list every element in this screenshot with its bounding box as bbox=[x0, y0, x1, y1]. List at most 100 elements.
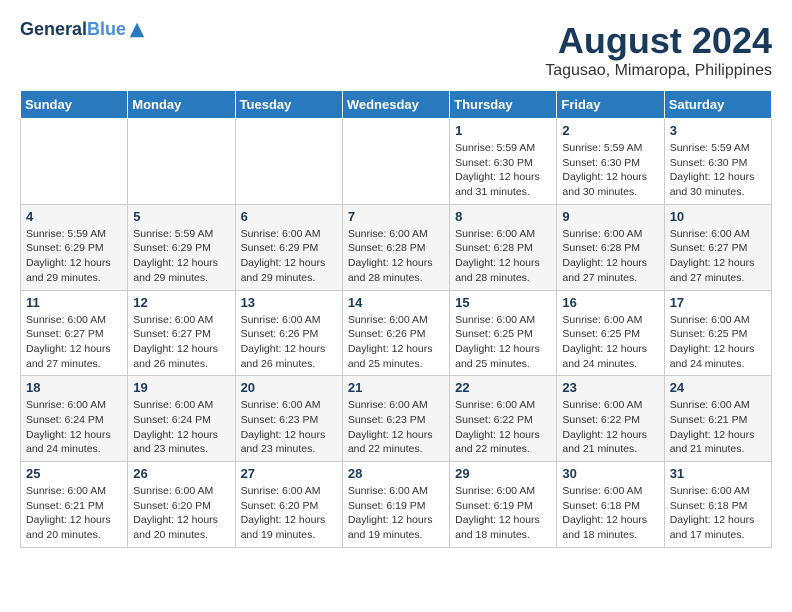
day-cell: 8 Sunrise: 6:00 AM Sunset: 6:28 PM Daylig… bbox=[450, 204, 557, 290]
day-cell: 22 Sunrise: 6:00 AM Sunset: 6:22 PM Dayli… bbox=[450, 376, 557, 462]
day-cell: 17 Sunrise: 6:00 AM Sunset: 6:25 PM Dayli… bbox=[664, 290, 771, 376]
day-info: Sunrise: 6:00 AM Sunset: 6:22 PM Dayligh… bbox=[455, 398, 551, 457]
weekday-header-friday: Friday bbox=[557, 91, 664, 119]
weekday-header-wednesday: Wednesday bbox=[342, 91, 449, 119]
day-info: Sunrise: 6:00 AM Sunset: 6:28 PM Dayligh… bbox=[348, 227, 444, 286]
day-number: 11 bbox=[26, 295, 122, 310]
day-cell: 15 Sunrise: 6:00 AM Sunset: 6:25 PM Dayli… bbox=[450, 290, 557, 376]
weekday-header-monday: Monday bbox=[128, 91, 235, 119]
day-info: Sunrise: 6:00 AM Sunset: 6:27 PM Dayligh… bbox=[26, 313, 122, 372]
day-info: Sunrise: 6:00 AM Sunset: 6:19 PM Dayligh… bbox=[348, 484, 444, 543]
day-cell bbox=[342, 119, 449, 205]
day-cell: 5 Sunrise: 5:59 AM Sunset: 6:29 PM Daylig… bbox=[128, 204, 235, 290]
day-cell: 3 Sunrise: 5:59 AM Sunset: 6:30 PM Daylig… bbox=[664, 119, 771, 205]
location: Tagusao, Mimaropa, Philippines bbox=[545, 62, 772, 80]
day-cell bbox=[235, 119, 342, 205]
day-number: 8 bbox=[455, 209, 551, 224]
day-info: Sunrise: 6:00 AM Sunset: 6:22 PM Dayligh… bbox=[562, 398, 658, 457]
day-cell: 13Sunrise: 6:00 AM Sunset: 6:26 PM Dayli… bbox=[235, 290, 342, 376]
week-row-2: 4 Sunrise: 5:59 AM Sunset: 6:29 PM Daylig… bbox=[21, 204, 772, 290]
day-info: Sunrise: 6:00 AM Sunset: 6:24 PM Dayligh… bbox=[26, 398, 122, 457]
day-cell: 24Sunrise: 6:00 AM Sunset: 6:21 PM Dayli… bbox=[664, 376, 771, 462]
day-info: Sunrise: 5:59 AM Sunset: 6:30 PM Dayligh… bbox=[562, 141, 658, 200]
page-header: GeneralBlue August 2024 Tagusao, Mimarop… bbox=[20, 20, 772, 80]
day-info: Sunrise: 6:00 AM Sunset: 6:23 PM Dayligh… bbox=[241, 398, 337, 457]
day-number: 29 bbox=[455, 466, 551, 481]
weekday-header-tuesday: Tuesday bbox=[235, 91, 342, 119]
day-number: 14 bbox=[348, 295, 444, 310]
day-number: 7 bbox=[348, 209, 444, 224]
day-cell: 26 Sunrise: 6:00 AM Sunset: 6:20 PM Dayli… bbox=[128, 462, 235, 548]
day-cell: 31Sunrise: 6:00 AM Sunset: 6:18 PM Dayli… bbox=[664, 462, 771, 548]
day-cell: 18 Sunrise: 6:00 AM Sunset: 6:24 PM Dayli… bbox=[21, 376, 128, 462]
day-number: 28 bbox=[348, 466, 444, 481]
week-row-4: 18 Sunrise: 6:00 AM Sunset: 6:24 PM Dayli… bbox=[21, 376, 772, 462]
day-cell bbox=[21, 119, 128, 205]
day-number: 15 bbox=[455, 295, 551, 310]
logo-icon bbox=[128, 21, 146, 39]
day-number: 24 bbox=[670, 380, 766, 395]
day-cell: 19Sunrise: 6:00 AM Sunset: 6:24 PM Dayli… bbox=[128, 376, 235, 462]
month-year: August 2024 bbox=[545, 20, 772, 62]
day-cell: 20Sunrise: 6:00 AM Sunset: 6:23 PM Dayli… bbox=[235, 376, 342, 462]
day-number: 5 bbox=[133, 209, 229, 224]
title-block: August 2024 Tagusao, Mimaropa, Philippin… bbox=[545, 20, 772, 80]
day-info: Sunrise: 6:00 AM Sunset: 6:26 PM Dayligh… bbox=[241, 313, 337, 372]
day-number: 10 bbox=[670, 209, 766, 224]
day-number: 27 bbox=[241, 466, 337, 481]
week-row-3: 11 Sunrise: 6:00 AM Sunset: 6:27 PM Dayli… bbox=[21, 290, 772, 376]
day-number: 25 bbox=[26, 466, 122, 481]
day-cell: 14Sunrise: 6:00 AM Sunset: 6:26 PM Dayli… bbox=[342, 290, 449, 376]
day-cell: 9 Sunrise: 6:00 AM Sunset: 6:28 PM Daylig… bbox=[557, 204, 664, 290]
day-cell: 7 Sunrise: 6:00 AM Sunset: 6:28 PM Daylig… bbox=[342, 204, 449, 290]
day-info: Sunrise: 6:00 AM Sunset: 6:28 PM Dayligh… bbox=[455, 227, 551, 286]
day-number: 17 bbox=[670, 295, 766, 310]
day-info: Sunrise: 6:00 AM Sunset: 6:18 PM Dayligh… bbox=[562, 484, 658, 543]
day-info: Sunrise: 5:59 AM Sunset: 6:30 PM Dayligh… bbox=[670, 141, 766, 200]
day-number: 2 bbox=[562, 123, 658, 138]
day-cell: 25Sunrise: 6:00 AM Sunset: 6:21 PM Dayli… bbox=[21, 462, 128, 548]
day-cell: 10 Sunrise: 6:00 AM Sunset: 6:27 PM Dayli… bbox=[664, 204, 771, 290]
day-cell: 6 Sunrise: 6:00 AM Sunset: 6:29 PM Daylig… bbox=[235, 204, 342, 290]
day-number: 21 bbox=[348, 380, 444, 395]
day-cell: 4 Sunrise: 5:59 AM Sunset: 6:29 PM Daylig… bbox=[21, 204, 128, 290]
day-info: Sunrise: 6:00 AM Sunset: 6:25 PM Dayligh… bbox=[455, 313, 551, 372]
day-info: Sunrise: 6:00 AM Sunset: 6:25 PM Dayligh… bbox=[670, 313, 766, 372]
day-info: Sunrise: 6:00 AM Sunset: 6:27 PM Dayligh… bbox=[670, 227, 766, 286]
day-info: Sunrise: 5:59 AM Sunset: 6:29 PM Dayligh… bbox=[133, 227, 229, 286]
weekday-header-saturday: Saturday bbox=[664, 91, 771, 119]
weekday-header-sunday: Sunday bbox=[21, 91, 128, 119]
day-info: Sunrise: 6:00 AM Sunset: 6:27 PM Dayligh… bbox=[133, 313, 229, 372]
day-number: 18 bbox=[26, 380, 122, 395]
day-cell bbox=[128, 119, 235, 205]
day-cell: 30 Sunrise: 6:00 AM Sunset: 6:18 PM Dayli… bbox=[557, 462, 664, 548]
day-info: Sunrise: 6:00 AM Sunset: 6:20 PM Dayligh… bbox=[133, 484, 229, 543]
calendar: SundayMondayTuesdayWednesdayThursdayFrid… bbox=[20, 90, 772, 548]
day-number: 1 bbox=[455, 123, 551, 138]
day-number: 30 bbox=[562, 466, 658, 481]
day-info: Sunrise: 6:00 AM Sunset: 6:29 PM Dayligh… bbox=[241, 227, 337, 286]
day-number: 9 bbox=[562, 209, 658, 224]
day-info: Sunrise: 6:00 AM Sunset: 6:20 PM Dayligh… bbox=[241, 484, 337, 543]
day-number: 22 bbox=[455, 380, 551, 395]
day-number: 4 bbox=[26, 209, 122, 224]
day-info: Sunrise: 5:59 AM Sunset: 6:30 PM Dayligh… bbox=[455, 141, 551, 200]
day-number: 3 bbox=[670, 123, 766, 138]
day-cell: 23 Sunrise: 6:00 AM Sunset: 6:22 PM Dayli… bbox=[557, 376, 664, 462]
day-number: 23 bbox=[562, 380, 658, 395]
day-number: 26 bbox=[133, 466, 229, 481]
day-number: 6 bbox=[241, 209, 337, 224]
day-cell: 12Sunrise: 6:00 AM Sunset: 6:27 PM Dayli… bbox=[128, 290, 235, 376]
day-info: Sunrise: 5:59 AM Sunset: 6:29 PM Dayligh… bbox=[26, 227, 122, 286]
weekday-header-thursday: Thursday bbox=[450, 91, 557, 119]
week-row-5: 25Sunrise: 6:00 AM Sunset: 6:21 PM Dayli… bbox=[21, 462, 772, 548]
day-info: Sunrise: 6:00 AM Sunset: 6:18 PM Dayligh… bbox=[670, 484, 766, 543]
day-info: Sunrise: 6:00 AM Sunset: 6:28 PM Dayligh… bbox=[562, 227, 658, 286]
day-cell: 21 Sunrise: 6:00 AM Sunset: 6:23 PM Dayli… bbox=[342, 376, 449, 462]
day-info: Sunrise: 6:00 AM Sunset: 6:23 PM Dayligh… bbox=[348, 398, 444, 457]
day-info: Sunrise: 6:00 AM Sunset: 6:24 PM Dayligh… bbox=[133, 398, 229, 457]
day-cell: 1 Sunrise: 5:59 AM Sunset: 6:30 PM Daylig… bbox=[450, 119, 557, 205]
weekday-header-row: SundayMondayTuesdayWednesdayThursdayFrid… bbox=[21, 91, 772, 119]
day-number: 16 bbox=[562, 295, 658, 310]
day-cell: 11 Sunrise: 6:00 AM Sunset: 6:27 PM Dayli… bbox=[21, 290, 128, 376]
